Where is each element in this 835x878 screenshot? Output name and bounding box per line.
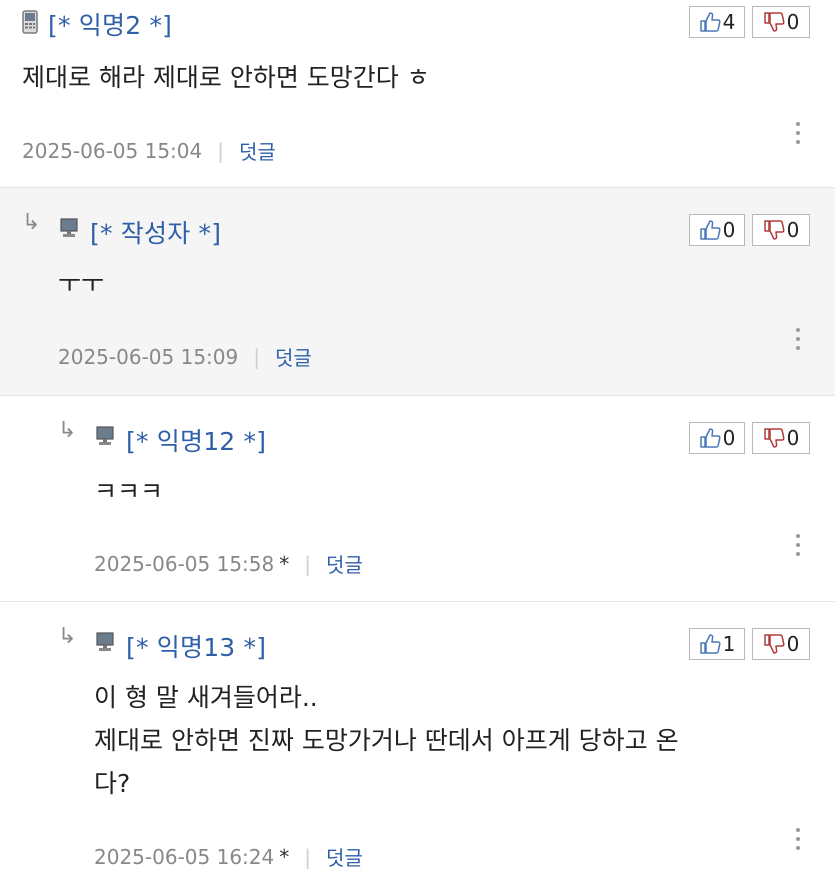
comment-line: 다? bbox=[94, 769, 131, 798]
comment-item: [* 익명2 *] 4 0 제대로 해라 제대로 안하면 도망간다 ㅎ 2025… bbox=[0, 0, 835, 188]
comment-line: ㅋㅋㅋ bbox=[94, 477, 164, 506]
like-count: 0 bbox=[722, 218, 736, 242]
comment-text: ㅜㅜ bbox=[58, 262, 104, 305]
monitor-icon bbox=[96, 426, 114, 445]
monitor-icon bbox=[60, 218, 78, 237]
thumbs-down-icon bbox=[763, 428, 785, 448]
comment-item: ↳ [* 작성자 *] 0 0 ㅜㅜ 2025-06-05 15:09 | 덧글 bbox=[0, 188, 835, 396]
comment-line: 제대로 안하면 진짜 도망가거나 딴데서 아프게 당하고 온 bbox=[94, 726, 679, 755]
comment-line: 이 형 말 새겨들어라.. bbox=[94, 683, 318, 712]
comment-meta: 2025-06-05 15:04 | 덧글 bbox=[22, 136, 276, 165]
edited-mark: * bbox=[279, 844, 290, 869]
comment-text: 이 형 말 새겨들어라.. 제대로 안하면 진짜 도망가거나 딴데서 아프게 당… bbox=[94, 676, 679, 805]
comment-item: ↳ [* 익명13 *] 1 0 이 형 말 새겨들어라.. 제대로 안하면 진… bbox=[0, 602, 835, 878]
reply-link[interactable]: 덧글 bbox=[326, 549, 363, 578]
comment-text: ㅋㅋㅋ bbox=[94, 470, 163, 513]
like-button[interactable]: 0 bbox=[689, 422, 745, 454]
comment-header: [* 익명2 *] 4 0 bbox=[0, 0, 835, 46]
comment-header: ↳ [* 익명12 *] 0 0 bbox=[0, 416, 835, 462]
monitor-icon bbox=[96, 632, 114, 651]
comment-text: 제대로 해라 제대로 안하면 도망간다 ㅎ bbox=[22, 56, 430, 99]
comment-line: 제대로 해라 제대로 안하면 도망간다 ㅎ bbox=[22, 63, 430, 92]
meta-divider: | bbox=[304, 844, 311, 869]
reply-link[interactable]: 덧글 bbox=[275, 342, 312, 371]
dislike-count: 0 bbox=[786, 426, 800, 450]
like-button[interactable]: 1 bbox=[689, 628, 745, 660]
dislike-button[interactable]: 0 bbox=[752, 6, 810, 38]
comment-meta: 2025-06-05 15:09 | 덧글 bbox=[58, 342, 312, 371]
thumbs-up-icon bbox=[699, 428, 721, 448]
dislike-count: 0 bbox=[786, 10, 800, 34]
author-name[interactable]: [* 익명2 *] bbox=[48, 6, 172, 42]
mobile-phone-icon bbox=[22, 10, 38, 34]
thumbs-down-icon bbox=[763, 220, 785, 240]
thumbs-up-icon bbox=[699, 634, 721, 654]
dislike-count: 0 bbox=[786, 632, 800, 656]
more-options-icon[interactable] bbox=[796, 534, 800, 561]
thumbs-down-icon bbox=[763, 634, 785, 654]
dislike-count: 0 bbox=[786, 218, 800, 242]
thumbs-up-icon bbox=[699, 12, 721, 32]
reply-arrow-icon: ↳ bbox=[58, 624, 77, 649]
like-button[interactable]: 0 bbox=[689, 214, 745, 246]
comment-header: ↳ [* 작성자 *] 0 0 bbox=[0, 208, 835, 254]
like-count: 0 bbox=[722, 426, 736, 450]
comment-item: ↳ [* 익명12 *] 0 0 ㅋㅋㅋ 2025-06-05 15:58 * … bbox=[0, 396, 835, 602]
comment-date: 2025-06-05 15:09 bbox=[58, 344, 239, 369]
edited-mark: * bbox=[279, 551, 290, 576]
author-name[interactable]: [* 익명13 *] bbox=[126, 628, 266, 664]
like-count: 1 bbox=[722, 632, 736, 656]
like-count: 4 bbox=[722, 10, 736, 34]
thumbs-down-icon bbox=[763, 12, 785, 32]
comment-header: ↳ [* 익명13 *] 1 0 bbox=[0, 622, 835, 668]
author-name[interactable]: [* 작성자 *] bbox=[90, 214, 221, 250]
comment-date: 2025-06-05 16:24 bbox=[94, 844, 275, 869]
more-options-icon[interactable] bbox=[796, 328, 800, 355]
more-options-icon[interactable] bbox=[796, 828, 800, 855]
reply-arrow-icon: ↳ bbox=[58, 418, 77, 443]
meta-divider: | bbox=[217, 138, 224, 163]
reply-arrow-icon: ↳ bbox=[22, 210, 41, 235]
comment-meta: 2025-06-05 16:24 * | 덧글 bbox=[94, 842, 363, 871]
dislike-button[interactable]: 0 bbox=[752, 628, 810, 660]
reply-link[interactable]: 덧글 bbox=[326, 842, 363, 871]
like-button[interactable]: 4 bbox=[689, 6, 745, 38]
more-options-icon[interactable] bbox=[796, 122, 800, 149]
comment-meta: 2025-06-05 15:58 * | 덧글 bbox=[94, 549, 363, 578]
comment-date: 2025-06-05 15:04 bbox=[22, 138, 203, 163]
dislike-button[interactable]: 0 bbox=[752, 214, 810, 246]
comment-date: 2025-06-05 15:58 bbox=[94, 551, 275, 576]
dislike-button[interactable]: 0 bbox=[752, 422, 810, 454]
thumbs-up-icon bbox=[699, 220, 721, 240]
author-name[interactable]: [* 익명12 *] bbox=[126, 422, 266, 458]
meta-divider: | bbox=[253, 344, 260, 369]
comment-line: ㅜㅜ bbox=[58, 269, 105, 298]
meta-divider: | bbox=[304, 551, 311, 576]
reply-link[interactable]: 덧글 bbox=[239, 136, 276, 165]
